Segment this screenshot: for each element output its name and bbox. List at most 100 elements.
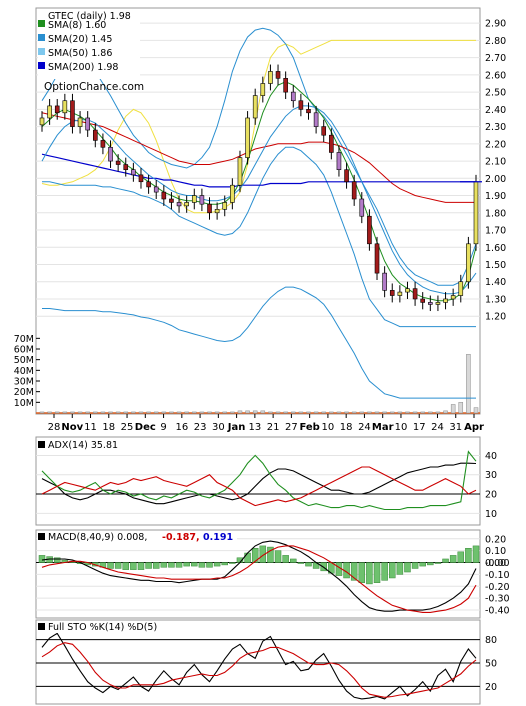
candle-body <box>443 298 448 303</box>
price-tick-label: 2.30 <box>485 122 506 133</box>
macd-histogram-bar <box>457 551 465 563</box>
date-tick-label: 21 <box>267 422 280 433</box>
legend-sma50: SMA(50) 1.86 <box>48 48 112 59</box>
candle-body <box>336 152 342 170</box>
candle-body <box>252 95 258 119</box>
macd-histogram-bar <box>244 552 251 563</box>
volume-bar <box>435 411 441 414</box>
candle-body <box>169 198 174 203</box>
candle-body <box>54 105 60 114</box>
indicator-tick-label: 0.20 <box>485 534 506 545</box>
volume-bar <box>214 411 220 414</box>
candle-body <box>191 195 197 203</box>
date-tick-label: 10 <box>322 422 335 433</box>
volume-bar <box>169 411 174 414</box>
legend-swatch-sma200 <box>38 62 45 69</box>
candle-body <box>268 71 273 84</box>
legend-sma200: SMA(200) 1.98 <box>48 62 118 73</box>
price-tick-label: 1.70 <box>485 226 506 237</box>
candle-body <box>138 174 144 183</box>
macd-histogram-bar <box>297 562 305 564</box>
price-tick-label: 2.10 <box>485 157 506 168</box>
volume-bar <box>359 411 365 414</box>
indicator-tick-label: 80 <box>485 635 497 646</box>
candle-body <box>199 195 205 205</box>
adx-title: ADX(14) 35.81 <box>48 440 118 451</box>
volume-bar <box>336 411 342 414</box>
candle-body <box>146 181 151 188</box>
macd-histogram-bar <box>381 562 388 581</box>
date-tick-label: 23 <box>194 422 207 433</box>
volume-bar <box>85 411 90 414</box>
volume-tick-label: 40M <box>14 366 34 377</box>
indicator-tick-label: -0.10 <box>485 570 510 581</box>
volume-bar <box>405 411 410 414</box>
volume-bar <box>389 411 395 414</box>
price-tick-label: 1.20 <box>485 312 506 323</box>
candle-body <box>214 209 220 214</box>
price-tick-label: 1.90 <box>485 191 506 202</box>
legend-swatch-sma50 <box>38 48 45 55</box>
volume-bar <box>184 411 189 414</box>
volume-bar <box>443 410 448 414</box>
macd-histogram-bar <box>152 562 160 569</box>
volume-bar <box>329 411 334 414</box>
candle-body <box>100 140 106 148</box>
candle-body <box>313 112 319 127</box>
volume-bar <box>100 411 106 414</box>
price-tick-label: 1.50 <box>485 260 506 271</box>
date-tick-label: 25 <box>121 422 134 433</box>
volume-bar <box>115 411 121 414</box>
volume-bar <box>382 411 387 414</box>
volume-tick-label: 30M <box>14 377 34 388</box>
volume-bar <box>70 411 75 414</box>
volume-bar <box>321 411 326 414</box>
candle-body <box>405 288 410 293</box>
volume-bar <box>466 354 471 414</box>
candle-body <box>466 243 471 283</box>
legend-swatch-sma8 <box>38 20 45 27</box>
candle-body <box>283 78 288 93</box>
volume-bar <box>473 407 479 414</box>
date-tick-label: Dec <box>135 422 156 433</box>
volume-bar <box>153 411 159 414</box>
volume-bar <box>93 411 98 414</box>
price-tick-label: 1.30 <box>485 294 506 305</box>
volume-bar <box>450 404 456 414</box>
volume-bar <box>108 411 113 414</box>
macd-histogram-bar <box>434 562 442 564</box>
candle-body <box>77 117 83 127</box>
macd-histogram-bar <box>449 555 457 563</box>
candle-body <box>473 181 479 245</box>
candle-body <box>389 290 395 296</box>
candle-body <box>39 117 45 126</box>
candle-body <box>123 164 129 170</box>
candle-body <box>70 100 75 127</box>
price-tick-label: 1.80 <box>485 208 506 219</box>
volume-bar <box>47 411 52 414</box>
adx-legend: ADX(14) 35.81 <box>37 438 127 451</box>
macd-histogram-bar <box>305 562 312 567</box>
watermark: OptionChance.com <box>44 81 144 93</box>
volume-bar <box>131 411 136 414</box>
candle-body <box>275 71 281 79</box>
volume-bar <box>428 411 433 414</box>
candle-body <box>435 302 441 305</box>
volume-bar <box>230 411 235 414</box>
volume-bar <box>199 411 205 414</box>
price-tick-label: 2.00 <box>485 174 506 185</box>
candle-body <box>458 281 464 296</box>
date-tick-label: Jan <box>227 422 246 433</box>
candle-body <box>176 202 182 207</box>
volume-bar <box>275 411 281 414</box>
volume-bar <box>54 411 60 414</box>
candle-body <box>108 146 113 162</box>
volume-bar <box>192 411 197 414</box>
legend-sma8: SMA(8) 1.60 <box>48 20 106 31</box>
volume-bar <box>298 411 304 414</box>
price-tick-label: 1.60 <box>485 243 506 254</box>
date-tick-label: 13 <box>249 422 262 433</box>
price-tick-label: 2.70 <box>485 53 506 64</box>
macd-histogram-bar <box>419 562 426 567</box>
candle-body <box>450 295 456 300</box>
